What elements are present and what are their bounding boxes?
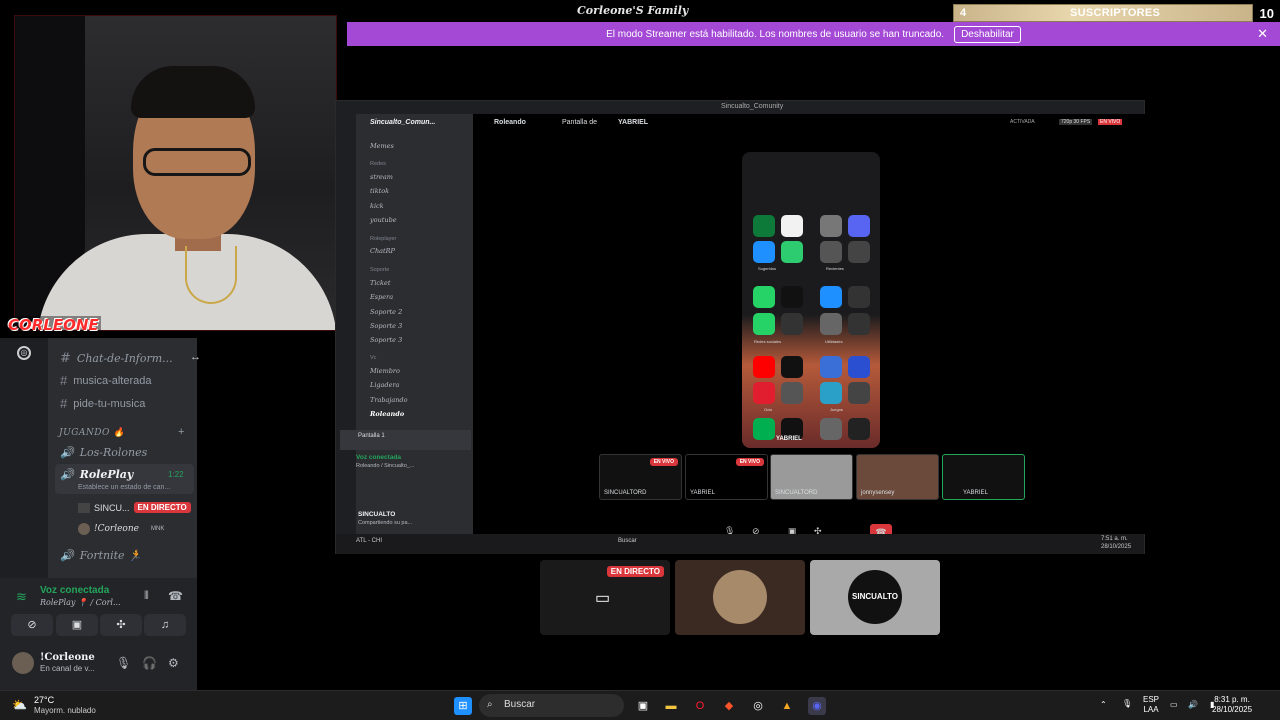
streamer-mode-banner: El modo Streamer está habilitado. Los no…: [347, 22, 1280, 46]
hash-icon: #: [60, 373, 68, 388]
chevron-up-icon[interactable]: ⌃: [1100, 700, 1107, 710]
gear-icon[interactable]: ⚙: [168, 656, 179, 670]
remote-discord-sidebar: Sincualto_Comun... Memes Redes stream ti…: [336, 114, 473, 534]
voice-channel-active[interactable]: 🔊 RolePlay: [60, 468, 133, 481]
my-username: !Corleone: [40, 652, 95, 663]
search-bar[interactable]: ⌕ Buscar: [479, 694, 624, 717]
gold-chain: [185, 246, 237, 304]
signal-icon: ≋: [16, 589, 27, 604]
noise-suppression-icon[interactable]: ⦀: [144, 590, 149, 603]
voice-timer: 1:22: [168, 470, 184, 479]
discord-icon[interactable]: ◉: [808, 697, 826, 715]
speaker-icon: 🔊: [60, 446, 74, 459]
stream-tile[interactable]: SINCUALTO: [810, 560, 940, 635]
network-icon[interactable]: ▭: [1170, 700, 1178, 710]
subs-count: 4: [960, 7, 967, 19]
windows-taskbar: ⛅ 27°C Mayorm. nublado ⊞ ⌕ Buscar ▣ ▬ O …: [0, 690, 1280, 720]
resize-arrows-icon: ↔: [190, 351, 201, 363]
speaker-icon: 🔊: [60, 549, 74, 562]
remote-taskbar: ATL - CHI Buscar 7:51 a. m. 28/10/2025: [336, 534, 1144, 554]
steam-icon[interactable]: ◎: [749, 697, 767, 715]
my-status: En canal de v...: [40, 664, 95, 673]
voice-connected-title: Voz conectada: [40, 585, 110, 596]
channel-item[interactable]: # pide-tu-musica: [60, 396, 145, 411]
phone-screen-mirror: Sugeridos Recientes Redes sociales Utili…: [742, 152, 880, 448]
subs-label: SUSCRIPTORES: [1070, 7, 1161, 19]
remote-title-bar: Sincualto_Comunity: [336, 101, 1144, 114]
activities-button[interactable]: ✣: [100, 614, 142, 636]
stream-tile[interactable]: [675, 560, 805, 635]
search-icon: ⌕: [487, 699, 493, 710]
glasses: [143, 148, 251, 176]
task-view-icon[interactable]: ▣: [634, 697, 652, 715]
disconnect-icon[interactable]: ☎: [168, 589, 183, 603]
start-icon[interactable]: ⊞: [454, 697, 472, 715]
add-channel-icon[interactable]: +: [178, 426, 184, 438]
clock[interactable]: 8:31 p. m. 28/10/2025: [1212, 695, 1252, 715]
participant-tile[interactable]: YABRIEL: [942, 454, 1025, 500]
app-icon[interactable]: ▲: [778, 697, 796, 715]
remote-screen-share: Sincualto_Comunity Sincualto_Comun... Me…: [335, 100, 1145, 554]
avatar: [713, 570, 767, 624]
hash-icon: #: [60, 351, 71, 366]
hash-icon: #: [60, 396, 68, 411]
weather-desc: Mayorm. nublado: [34, 706, 96, 715]
category-header[interactable]: JUGANDO 🔥: [59, 428, 125, 438]
webcam-badge: CORLEONE: [6, 316, 101, 334]
avatar: [78, 502, 90, 513]
camera-off-button[interactable]: ⊘: [11, 614, 53, 636]
screen-share-button[interactable]: ▣: [56, 614, 98, 636]
speaker-icon: 🔊: [60, 468, 74, 481]
language-indicator[interactable]: ESP LAA: [1143, 695, 1159, 715]
brave-icon[interactable]: ◆: [720, 697, 738, 715]
channel-item[interactable]: # Chat-de-Inform...: [60, 351, 173, 366]
window-title: Corleone'S Family: [577, 4, 689, 17]
remote-screen-preview: Pantalla 1: [340, 430, 471, 450]
voice-user[interactable]: SINCU... EN DIRECTO: [78, 502, 191, 513]
subscriber-goal-bar: 4 SUSCRIPTORES 10: [953, 4, 1274, 22]
opera-icon[interactable]: O: [691, 697, 709, 715]
participant-tile[interactable]: EN VIVO SINCUALTORD: [599, 454, 682, 500]
close-icon[interactable]: ✕: [1257, 26, 1268, 42]
voice-status: Establece un estado de can...: [78, 484, 171, 491]
participant-tile[interactable]: jonnysensey: [856, 454, 939, 500]
voice-channel[interactable]: 🔊 Fortnite 🏃: [60, 549, 142, 562]
avatar[interactable]: [12, 652, 34, 674]
live-badge: EN DIRECTO: [606, 566, 664, 577]
participant-tile[interactable]: EN VIVO YABRIEL: [685, 454, 768, 500]
disable-streamer-button[interactable]: Deshabilitar: [954, 25, 1021, 43]
avatar: SINCUALTO: [848, 570, 902, 624]
microphone-icon[interactable]: 🎙: [116, 656, 131, 670]
live-badge: EN DIRECTO: [133, 502, 191, 513]
microphone-icon[interactable]: 🎙: [1122, 699, 1132, 709]
soundboard-button[interactable]: ♫: [144, 614, 186, 636]
webcam-feed: [14, 15, 337, 331]
stream-tile[interactable]: EN DIRECTO ▭: [540, 560, 670, 635]
subs-goal: 10: [1259, 6, 1274, 21]
volume-icon[interactable]: 🔊: [1188, 700, 1198, 710]
weather-icon[interactable]: ⛅: [12, 698, 27, 712]
screen: Corleone'S Family 4 SUSCRIPTORES 10 El m…: [0, 0, 1280, 720]
avatar: [78, 523, 90, 535]
voice-channel[interactable]: 🔊 Los-Rolones: [60, 446, 147, 459]
user-tag: MNK: [150, 526, 165, 532]
weather-temp: 27°C: [34, 695, 55, 705]
channel-item[interactable]: # musica-alterada: [60, 373, 152, 388]
voice-user[interactable]: !Corleone MNK: [78, 523, 164, 535]
voice-connected-channel[interactable]: RolePlay 📍 / Corl...: [40, 598, 121, 607]
discover-icon[interactable]: ◎: [17, 346, 31, 360]
folder-icon[interactable]: ▬: [662, 697, 680, 715]
headphones-icon[interactable]: 🎧: [142, 656, 157, 670]
monitor-icon: ▭: [595, 590, 611, 607]
participant-tile[interactable]: SINCUALTORD: [770, 454, 853, 500]
banner-message: El modo Streamer está habilitado. Los no…: [606, 28, 945, 40]
